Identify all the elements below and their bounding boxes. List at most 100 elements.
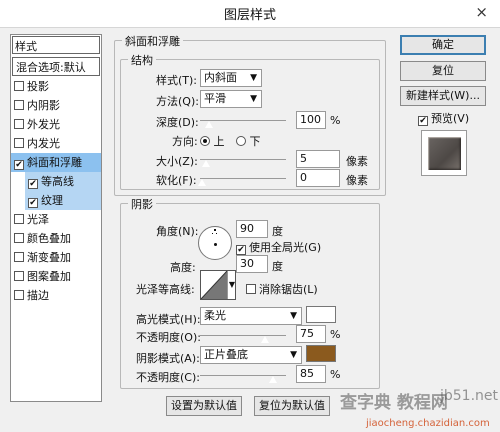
- soften-label: 软化(F):: [156, 174, 197, 187]
- method-select[interactable]: 平滑 ▼: [200, 90, 262, 108]
- checkbox-inner-shadow[interactable]: [14, 100, 24, 110]
- style-item-label: 等高线: [41, 175, 74, 188]
- style-item-drop-shadow[interactable]: 投影: [11, 77, 101, 96]
- checkbox-satin[interactable]: [14, 214, 24, 224]
- depth-slider-track[interactable]: [200, 120, 286, 121]
- angle-unit: 度: [272, 225, 283, 238]
- shadow-opacity-thumb[interactable]: [269, 376, 278, 383]
- direction-down-option[interactable]: 下: [236, 133, 261, 149]
- global-light-label: 使用全局光(G): [249, 241, 322, 254]
- style-item-label: 内阴影: [27, 99, 60, 112]
- blending-options-item[interactable]: 混合选项:默认: [12, 57, 100, 76]
- style-item-label: 斜面和浮雕: [27, 156, 82, 169]
- style-label: 样式(T):: [156, 74, 198, 87]
- chevron-down-icon[interactable]: ▼: [227, 271, 236, 299]
- style-item-inner-glow[interactable]: 内发光: [11, 134, 101, 153]
- highlight-opacity-input[interactable]: 75: [296, 325, 326, 343]
- checkbox-color-overlay[interactable]: [14, 233, 24, 243]
- highlight-opacity-track[interactable]: [200, 335, 286, 336]
- angle-input[interactable]: 90: [236, 220, 268, 238]
- shadow-mode-select[interactable]: 正片叠底 ▼: [200, 346, 302, 364]
- angle-dial-dot: [214, 229, 216, 231]
- checkbox-pattern-overlay[interactable]: [14, 271, 24, 281]
- size-input[interactable]: 5: [296, 150, 340, 168]
- style-item-color-overlay[interactable]: 颜色叠加: [11, 229, 101, 248]
- soften-slider-thumb[interactable]: [198, 179, 206, 186]
- antialias-label: 消除锯齿(L): [259, 283, 318, 296]
- checkbox-gradient-overlay[interactable]: [14, 252, 24, 262]
- checkbox-outer-glow[interactable]: [14, 119, 24, 129]
- reset-button[interactable]: 复位: [400, 61, 486, 81]
- window-title: 图层样式: [223, 8, 276, 23]
- highlight-color-swatch[interactable]: [306, 306, 336, 323]
- shadow-color-swatch[interactable]: [306, 345, 336, 362]
- checkbox-inner-glow[interactable]: [14, 138, 24, 148]
- highlight-opacity-thumb[interactable]: [260, 336, 269, 343]
- contour-curve-icon: [201, 271, 227, 299]
- direction-label: 方向:: [172, 135, 198, 148]
- style-item-pattern-overlay[interactable]: 图案叠加: [11, 267, 101, 286]
- antialias-option[interactable]: 消除锯齿(L): [246, 281, 318, 297]
- highlight-mode-select[interactable]: 柔光 ▼: [200, 307, 302, 325]
- style-select-value: 内斜面: [204, 71, 237, 84]
- direction-up-option[interactable]: 上: [200, 133, 225, 149]
- style-item-stroke[interactable]: 描边: [11, 286, 101, 305]
- soften-unit: 像素: [346, 174, 368, 187]
- style-item-label: 纹理: [41, 194, 63, 207]
- style-item-label: 图案叠加: [27, 270, 71, 283]
- checkbox-contour[interactable]: ✔: [28, 179, 38, 189]
- size-slider-track[interactable]: [200, 159, 286, 160]
- style-item-contour[interactable]: ✔ 等高线: [25, 172, 101, 191]
- soften-input[interactable]: 0: [296, 169, 340, 187]
- altitude-label: 高度:: [170, 261, 196, 274]
- chevron-down-icon: ▼: [250, 94, 257, 104]
- style-item-texture[interactable]: ✔ 纹理: [25, 191, 101, 210]
- new-style-button[interactable]: 新建样式(W)...: [400, 86, 486, 106]
- angle-dial-center: [214, 243, 217, 246]
- preview-option[interactable]: ✔ 预览(V): [418, 110, 469, 126]
- watermark-site: jb51.net: [440, 388, 499, 404]
- style-item-bevel-emboss[interactable]: ✔ 斜面和浮雕: [11, 153, 101, 172]
- styles-header[interactable]: 样式: [12, 36, 100, 54]
- style-item-label: 光泽: [27, 213, 49, 226]
- global-light-option[interactable]: ✔ 使用全局光(G): [236, 239, 321, 255]
- method-select-value: 平滑: [204, 92, 226, 105]
- make-default-button[interactable]: 设置为默认值: [166, 396, 242, 416]
- shadow-opacity-input[interactable]: 85: [296, 365, 326, 383]
- close-icon[interactable]: ×: [475, 3, 488, 21]
- radio-down[interactable]: [236, 136, 246, 146]
- style-item-inner-shadow[interactable]: 内阴影: [11, 96, 101, 115]
- preview-checkbox[interactable]: ✔: [418, 116, 428, 126]
- checkbox-stroke[interactable]: [14, 290, 24, 300]
- size-slider-thumb[interactable]: [202, 160, 210, 167]
- global-light-checkbox[interactable]: ✔: [236, 245, 246, 255]
- gloss-contour-picker[interactable]: ▼: [200, 270, 236, 300]
- watermark-url: jiaocheng.chazidian.com: [366, 418, 490, 429]
- antialias-checkbox[interactable]: [246, 284, 256, 294]
- method-label: 方法(Q):: [156, 95, 199, 108]
- soften-slider-track[interactable]: [200, 178, 286, 179]
- depth-slider-thumb[interactable]: [204, 121, 213, 128]
- radio-up[interactable]: [200, 136, 210, 146]
- bevel-emboss-title: 斜面和浮雕: [122, 33, 183, 49]
- style-item-label: 内发光: [27, 137, 60, 150]
- reset-default-button[interactable]: 复位为默认值: [254, 396, 330, 416]
- style-item-gradient-overlay[interactable]: 渐变叠加: [11, 248, 101, 267]
- watermark-text: 查字典 教程网: [340, 393, 448, 413]
- angle-dial[interactable]: [198, 226, 232, 260]
- chevron-down-icon: ▼: [290, 311, 297, 321]
- style-item-outer-glow[interactable]: 外发光: [11, 115, 101, 134]
- checkbox-drop-shadow[interactable]: [14, 81, 24, 91]
- checkbox-bevel-emboss[interactable]: ✔: [14, 160, 24, 170]
- preview-swatch: [428, 137, 461, 170]
- title-bar: 图层样式 ×: [0, 0, 500, 28]
- depth-input[interactable]: 100: [296, 111, 326, 129]
- checkbox-texture[interactable]: ✔: [28, 198, 38, 208]
- preview-label: 预览(V): [431, 112, 470, 125]
- altitude-input[interactable]: 30: [236, 255, 268, 273]
- style-item-label: 外发光: [27, 118, 60, 131]
- depth-unit: %: [330, 114, 341, 127]
- ok-button[interactable]: 确定: [400, 35, 486, 55]
- style-select[interactable]: 内斜面 ▼: [200, 69, 262, 87]
- style-item-satin[interactable]: 光泽: [11, 210, 101, 229]
